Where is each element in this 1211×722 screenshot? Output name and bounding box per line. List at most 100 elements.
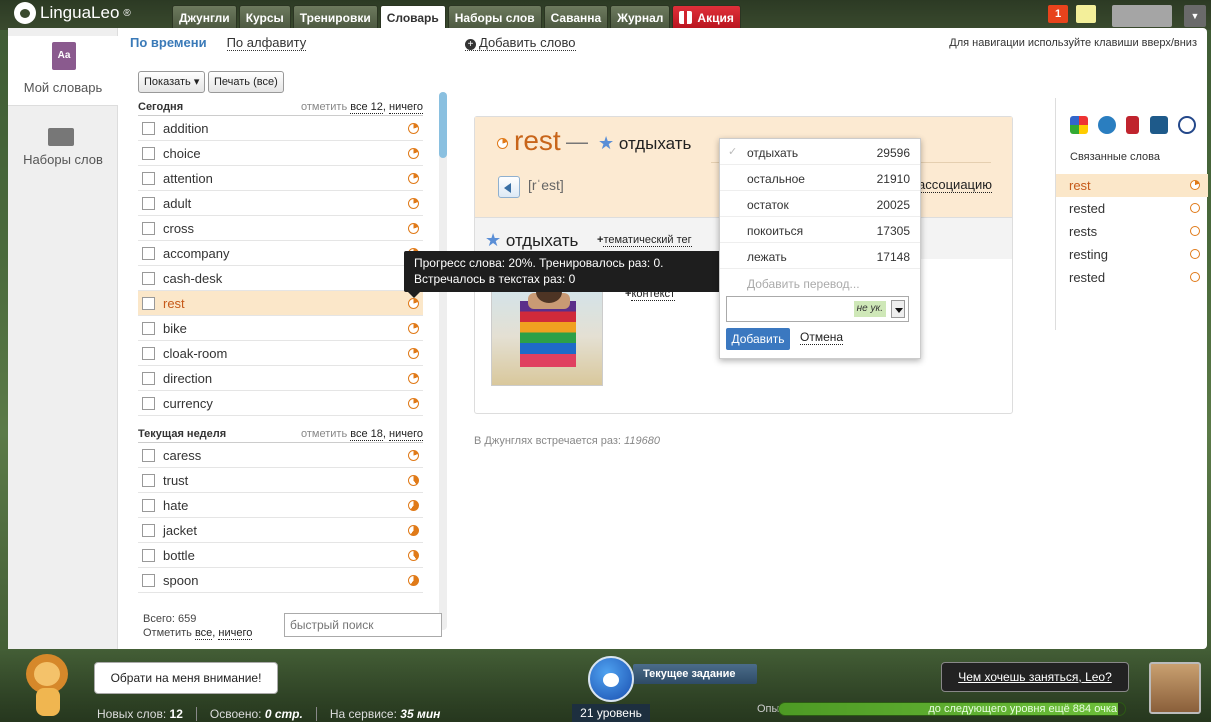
tab-trainings[interactable]: Тренировки xyxy=(292,5,378,29)
google-icon[interactable] xyxy=(1070,116,1088,134)
related-word-item[interactable]: rest xyxy=(1056,174,1208,197)
word-checkbox[interactable] xyxy=(142,548,155,562)
list-item[interactable]: caress xyxy=(138,443,423,468)
association-link[interactable]: ассоциацию xyxy=(918,177,993,193)
mark-all-link[interactable]: все 12 xyxy=(350,100,383,114)
list-item[interactable]: choice xyxy=(138,141,423,166)
paw-icon[interactable] xyxy=(588,656,634,702)
star-icon[interactable]: ★ xyxy=(598,133,614,153)
word-checkbox[interactable] xyxy=(142,321,155,335)
leo-question-link[interactable]: Чем хочешь заняться, Leo? xyxy=(941,662,1129,692)
list-item[interactable]: addition xyxy=(138,116,423,141)
star-icon[interactable]: ★ xyxy=(485,230,501,250)
translation-option[interactable]: остаток 20025 xyxy=(720,191,920,217)
tab-by-time[interactable]: По времени xyxy=(130,35,207,51)
tab-dictionary[interactable]: Словарь xyxy=(379,5,446,29)
word-checkbox[interactable] xyxy=(142,296,155,310)
word-checkbox[interactable] xyxy=(142,346,155,360)
list-item[interactable]: adult xyxy=(138,191,423,216)
word-checkbox[interactable] xyxy=(142,221,155,235)
add-translation-button[interactable]: Добавить xyxy=(726,328,790,350)
sidebar-item-my-dictionary[interactable]: Aa Мой словарь xyxy=(8,36,118,106)
mark-none-link[interactable]: ничего xyxy=(389,427,423,441)
word-checkbox[interactable] xyxy=(142,146,155,160)
word-checkbox[interactable] xyxy=(142,523,155,537)
word-picture[interactable] xyxy=(491,276,603,386)
list-item[interactable]: rest xyxy=(138,291,423,316)
list-item[interactable]: bike xyxy=(138,316,423,341)
user-avatar[interactable] xyxy=(1112,5,1172,27)
word-checkbox[interactable] xyxy=(142,448,155,462)
word-checkbox[interactable] xyxy=(142,396,155,410)
word-checkbox[interactable] xyxy=(142,573,155,587)
list-item[interactable]: currency xyxy=(138,391,423,416)
list-item[interactable]: direction xyxy=(138,366,423,391)
list-item[interactable]: jacket xyxy=(138,518,423,543)
related-word-item[interactable]: rested xyxy=(1056,266,1208,289)
mark-none-link[interactable]: ничего xyxy=(389,100,423,114)
show-dropdown-button[interactable]: Показать ▾ xyxy=(138,71,206,93)
list-item[interactable]: cloak-room xyxy=(138,341,423,366)
leo-question-text: Чем хочешь заняться, Leo? xyxy=(958,670,1112,684)
word-checkbox[interactable] xyxy=(142,121,155,135)
translation-option[interactable]: лежать 17148 xyxy=(720,243,920,269)
sidebar-item-word-sets[interactable]: Наборы слов xyxy=(8,114,118,174)
leo-lion-mascot[interactable] xyxy=(14,652,80,720)
word-checkbox[interactable] xyxy=(142,498,155,512)
list-item[interactable]: bottle xyxy=(138,543,423,568)
notes-icon[interactable] xyxy=(1076,5,1096,23)
speaker-icon[interactable] xyxy=(498,176,520,198)
translation-option[interactable]: ✓ отдыхать 29596 xyxy=(720,139,920,165)
mark-all-link[interactable]: все xyxy=(194,627,213,640)
multitran-icon[interactable] xyxy=(1150,116,1168,134)
group-header-today: Сегодня отметить все 12, ничего xyxy=(138,98,423,116)
abbyy-icon[interactable] xyxy=(1178,116,1196,134)
logo[interactable]: LinguaLeo ® xyxy=(14,2,131,24)
list-item[interactable]: trust xyxy=(138,468,423,493)
list-item[interactable]: cash-desk xyxy=(138,266,423,291)
user-menu-dropdown[interactable]: ▼ xyxy=(1184,5,1206,27)
list-item[interactable]: attention xyxy=(138,166,423,191)
tab-promo[interactable]: Акция xyxy=(672,5,741,29)
word-label: addition xyxy=(163,120,209,136)
related-word-item[interactable]: rests xyxy=(1056,220,1208,243)
mark-comma: , xyxy=(212,627,216,639)
tab-jungle[interactable]: Джунгли xyxy=(172,5,237,29)
scrollbar-thumb[interactable] xyxy=(439,92,447,158)
word-checkbox[interactable] xyxy=(142,196,155,210)
related-word-item[interactable]: resting xyxy=(1056,243,1208,266)
list-item[interactable]: cross xyxy=(138,216,423,241)
language-dropdown-button[interactable] xyxy=(891,300,905,318)
list-item[interactable]: spoon xyxy=(138,568,423,593)
tab-journal[interactable]: Журнал xyxy=(610,5,671,29)
word-checkbox[interactable] xyxy=(142,246,155,260)
word-checkbox[interactable] xyxy=(142,171,155,185)
word-checkbox[interactable] xyxy=(142,371,155,385)
cancel-link[interactable]: Отмена xyxy=(800,330,844,345)
translation-input[interactable]: не ук. xyxy=(726,296,909,322)
translation-option[interactable]: остальное 21910 xyxy=(720,165,920,191)
wordpress-icon[interactable] xyxy=(1098,116,1116,134)
print-all-button[interactable]: Печать (все) xyxy=(208,71,284,93)
translation-option[interactable]: покоиться 17305 xyxy=(720,217,920,243)
book-icon[interactable] xyxy=(1126,116,1139,134)
word-list-scrollbar[interactable] xyxy=(439,92,447,630)
thematic-tag-link[interactable]: +тематический тег xyxy=(597,234,692,247)
mark-none-link[interactable]: ничего xyxy=(218,627,253,640)
leo-user-avatar[interactable] xyxy=(1149,662,1201,714)
related-word-item[interactable]: rested xyxy=(1056,197,1208,220)
add-word-link[interactable]: + Добавить слово xyxy=(465,35,576,51)
leo-attention-bubble[interactable]: Обрати на меня внимание! xyxy=(94,662,278,694)
tab-courses[interactable]: Курсы xyxy=(238,5,291,29)
tab-alphabetical[interactable]: По алфавиту xyxy=(226,35,307,51)
list-item[interactable]: accompany xyxy=(138,241,423,266)
list-item[interactable]: hate xyxy=(138,493,423,518)
quick-search-input[interactable] xyxy=(284,613,442,637)
notification-flag-icon[interactable]: 1 xyxy=(1048,5,1068,23)
mark-all-link[interactable]: все 18 xyxy=(350,427,383,441)
tab-word-sets[interactable]: Наборы слов xyxy=(447,5,542,29)
tab-savanna[interactable]: Саванна xyxy=(543,5,609,29)
current-task-button[interactable]: Текущее задание xyxy=(633,664,757,684)
word-checkbox[interactable] xyxy=(142,271,155,285)
word-checkbox[interactable] xyxy=(142,473,155,487)
